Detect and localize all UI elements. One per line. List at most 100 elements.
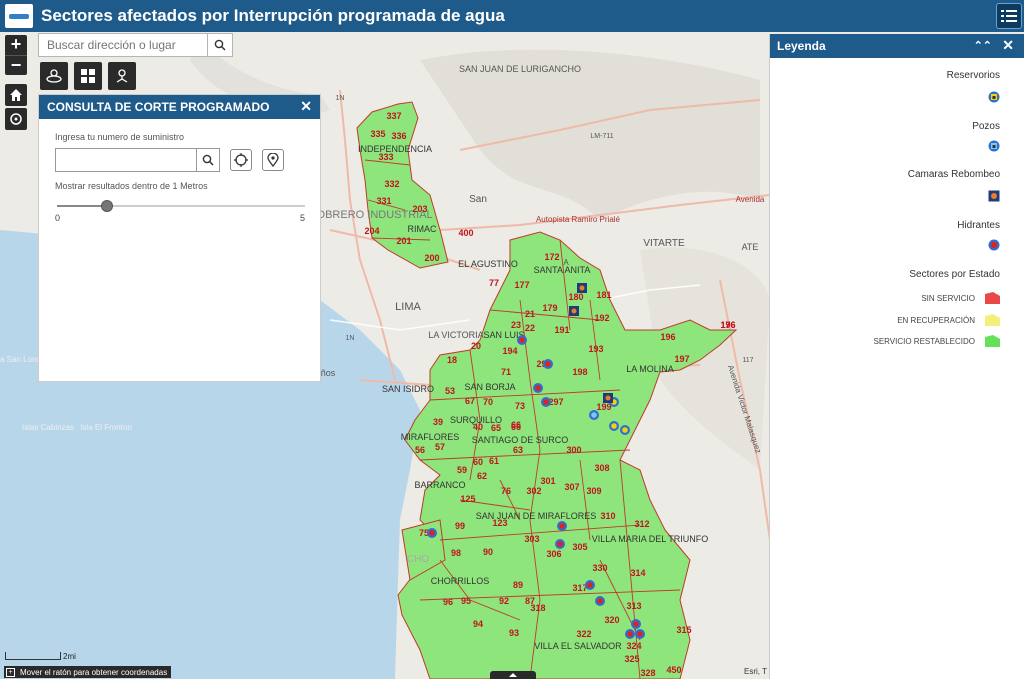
slider-thumb[interactable] (100, 200, 113, 212)
sector-number-label: 307 (564, 482, 579, 492)
hydrant-marker[interactable] (555, 539, 565, 549)
supply-search-button[interactable] (196, 149, 219, 171)
address-search-input[interactable] (39, 34, 207, 56)
hydrant-marker[interactable] (631, 619, 641, 629)
location-query-icon (46, 69, 62, 83)
query-panel: CONSULTA DE CORTE PROGRAMADO ✕ Ingresa t… (38, 94, 321, 382)
place-label: CHO (407, 554, 429, 565)
crosshair-icon (234, 153, 248, 167)
sector-number-label: 94 (473, 619, 483, 629)
sector-number-label: 325 (624, 654, 639, 664)
legend-state-label: SERVICIO RESTABLECIDO (873, 336, 975, 346)
sector-number-label: 203 (412, 204, 427, 214)
sector-number-label: 89 (513, 580, 523, 590)
basemap-gallery-button[interactable] (74, 62, 102, 90)
grid-icon (81, 69, 95, 83)
sector-number-label: 197 (674, 354, 689, 364)
map-pin-icon (267, 153, 279, 167)
sector-number-label: 192 (594, 313, 609, 323)
sector-number-label: 315 (676, 625, 691, 635)
legend-group-title: Camaras Rebombeo (907, 169, 1000, 180)
sector-number-label: 71 (501, 367, 511, 377)
pin-network-icon (116, 69, 128, 83)
hydrant-marker[interactable] (543, 359, 553, 369)
sector-number-label: 20 (471, 341, 481, 351)
sector-number-label: 18 (447, 355, 457, 365)
coordinates-widget[interactable]: + Mover el ratón para obtener coordenada… (4, 666, 172, 678)
legend-list-button[interactable] (996, 3, 1022, 29)
place-label: VILLA MARIA DEL TRIUNFO (592, 534, 709, 544)
close-icon[interactable]: ✕ (1002, 38, 1014, 52)
state-swatch (985, 292, 1000, 304)
place-label: ños (321, 368, 336, 378)
home-icon (10, 89, 22, 101)
sector-number-label: 201 (396, 236, 411, 246)
pump-station-marker[interactable] (603, 393, 613, 403)
hydrant-marker[interactable] (427, 528, 437, 538)
sector-number-label: 66 (511, 422, 521, 432)
sector-number-label: 318 (530, 603, 545, 613)
sector-number-label: 305 (572, 542, 587, 552)
close-icon[interactable]: ✕ (300, 99, 312, 113)
place-label: VITARTE (643, 238, 685, 249)
collapse-icon[interactable]: ⌃⌃ (974, 39, 992, 52)
sector-number-label: 77 (489, 278, 499, 288)
sector-number-label: 95 (461, 596, 471, 606)
supply-number-input[interactable] (56, 149, 196, 171)
hydrant-marker[interactable] (541, 397, 551, 407)
sector-number-label: 306 (546, 549, 561, 559)
sector-number-label: 303 (524, 534, 539, 544)
hydrant-marker[interactable] (635, 629, 645, 639)
sector-number-label: 98 (451, 548, 461, 558)
sector-number-label: 21 (525, 309, 535, 319)
hydrant-marker[interactable] (533, 383, 543, 393)
zoom-in-button[interactable]: + (5, 35, 27, 55)
zoom-control: + − (5, 35, 27, 75)
pick-point-button[interactable] (262, 149, 284, 171)
legend-state-row: SIN SERVICIO (921, 292, 1000, 304)
crosshair-icon (10, 113, 22, 125)
scale-label: 2mi (63, 652, 76, 661)
search-button[interactable] (207, 34, 232, 56)
expand-panel-tab[interactable] (490, 671, 536, 679)
sector-number-label: 302 (526, 486, 541, 496)
sector-number-label: 310 (600, 511, 615, 521)
hydrant-marker[interactable] (517, 335, 527, 345)
sector-number-label: 179 (542, 303, 557, 313)
query-tool-button[interactable] (40, 62, 68, 90)
locate-button[interactable] (5, 108, 27, 130)
sector-number-label: 331 (376, 196, 391, 206)
slider-max-label: 5 (299, 213, 305, 223)
reservoir-marker[interactable] (620, 425, 630, 435)
sector-number-label: 90 (483, 547, 493, 557)
hydrant-marker[interactable] (557, 521, 567, 531)
sector-number-label: 180 (568, 292, 583, 302)
distance-slider[interactable] (55, 200, 305, 212)
sector-number-label: 181 (596, 290, 611, 300)
query-panel-header: CONSULTA DE CORTE PROGRAMADO ✕ (39, 95, 320, 119)
road-shield: 117 (742, 357, 753, 364)
zoom-out-button[interactable]: − (5, 55, 27, 75)
sector-number-label: 322 (576, 629, 591, 639)
reservoir-marker[interactable] (609, 421, 619, 431)
coordinates-hint: Mover el ratón para obtener coordenadas (20, 667, 168, 677)
sector-number-label: 23 (511, 320, 521, 330)
sector-number-label: 301 (540, 476, 555, 486)
hydrant-marker[interactable] (595, 596, 605, 606)
legend-title: Leyenda (777, 39, 826, 53)
hydrant-marker[interactable] (625, 629, 635, 639)
current-location-button[interactable] (230, 149, 252, 171)
well-marker[interactable] (589, 410, 599, 420)
hydrant-marker[interactable] (585, 580, 595, 590)
sector-number-label: 73 (515, 401, 525, 411)
list-icon (1001, 10, 1017, 22)
pump-station-marker[interactable] (569, 306, 579, 316)
pump-station-marker[interactable] (577, 283, 587, 293)
legend-state-row: SERVICIO RESTABLECIDO (873, 335, 1000, 347)
sector-number-label: 172 (544, 252, 559, 262)
sector-number-label: 312 (634, 519, 649, 529)
home-button[interactable] (5, 84, 27, 106)
place-label: LA VICTORIA (428, 330, 483, 340)
sector-number-label: 93 (509, 628, 519, 638)
network-tool-button[interactable] (108, 62, 136, 90)
